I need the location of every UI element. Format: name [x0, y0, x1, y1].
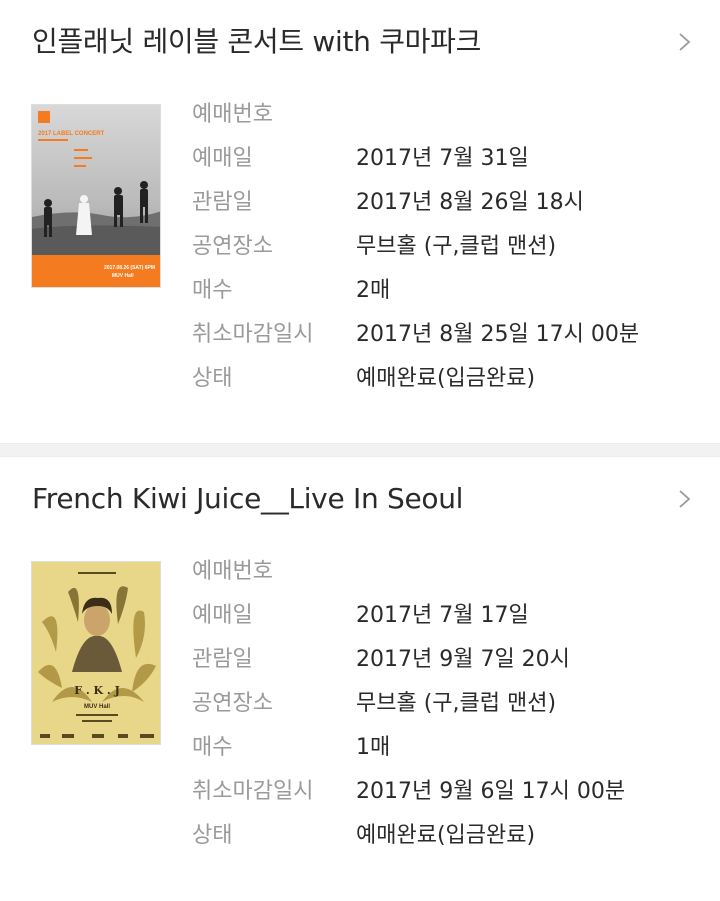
label-viewing-date: 관람일 — [192, 647, 253, 672]
row-status: 상태 예매완료(입금완료) — [0, 359, 720, 399]
value-venue: 무브홀 (구,클럽 맨션) — [356, 691, 557, 716]
row-ticket-count: 매수 1매 — [0, 728, 720, 768]
row-cancel-deadline: 취소마감일시 2017년 9월 6일 17시 00분 — [0, 772, 720, 812]
label-venue: 공연장소 — [192, 234, 273, 259]
booking-card-header[interactable]: French Kiwi Juice__Live In Seoul — [0, 457, 720, 539]
label-viewing-date: 관람일 — [192, 190, 253, 215]
value-booking-date: 2017년 7월 17일 — [356, 603, 529, 628]
row-viewing-date: 관람일 2017년 8월 26일 18시 — [0, 183, 720, 223]
label-booking-number: 예매번호 — [192, 559, 273, 584]
value-viewing-date: 2017년 9월 7일 20시 — [356, 647, 570, 672]
card-separator — [0, 443, 720, 457]
row-viewing-date: 관람일 2017년 9월 7일 20시 — [0, 640, 720, 680]
row-status: 상태 예매완료(입금완료) — [0, 816, 720, 856]
row-cancel-deadline: 취소마감일시 2017년 8월 25일 17시 00분 — [0, 315, 720, 355]
label-venue: 공연장소 — [192, 691, 273, 716]
row-venue: 공연장소 무브홀 (구,클럽 맨션) — [0, 684, 720, 724]
value-cancel-deadline: 2017년 8월 25일 17시 00분 — [356, 322, 640, 347]
value-ticket-count: 1매 — [356, 735, 391, 760]
chevron-right-icon[interactable] — [678, 489, 692, 509]
value-cancel-deadline: 2017년 9월 6일 17시 00분 — [356, 779, 626, 804]
event-title: 인플래닛 레이블 콘서트 with 쿠마파크 — [32, 25, 482, 58]
value-viewing-date: 2017년 8월 26일 18시 — [356, 190, 584, 215]
row-booking-number: 예매번호 — [0, 552, 720, 592]
row-booking-date: 예매일 2017년 7월 17일 — [0, 596, 720, 636]
label-ticket-count: 매수 — [192, 735, 233, 760]
value-booking-date: 2017년 7월 31일 — [356, 146, 529, 171]
value-venue: 무브홀 (구,클럽 맨션) — [356, 234, 557, 259]
label-ticket-count: 매수 — [192, 278, 233, 303]
label-cancel-deadline: 취소마감일시 — [192, 322, 314, 347]
label-booking-number: 예매번호 — [192, 102, 273, 127]
row-booking-number: 예매번호 — [0, 95, 720, 135]
label-cancel-deadline: 취소마감일시 — [192, 779, 314, 804]
label-status: 상태 — [192, 366, 233, 391]
booking-card-2: French Kiwi Juice__Live In Seoul F . K .… — [0, 457, 720, 901]
booking-card-header[interactable]: 인플래닛 레이블 콘서트 with 쿠마파크 — [0, 0, 720, 82]
label-booking-date: 예매일 — [192, 603, 253, 628]
value-status: 예매완료(입금완료) — [356, 366, 536, 391]
value-ticket-count: 2매 — [356, 278, 391, 303]
row-ticket-count: 매수 2매 — [0, 271, 720, 311]
chevron-right-icon[interactable] — [678, 32, 692, 52]
label-booking-date: 예매일 — [192, 146, 253, 171]
value-status: 예매완료(입금완료) — [356, 823, 536, 848]
row-venue: 공연장소 무브홀 (구,클럽 맨션) — [0, 227, 720, 267]
booking-card-1: 인플래닛 레이블 콘서트 with 쿠마파크 2017 LABEL CONCER… — [0, 0, 720, 443]
event-title: French Kiwi Juice__Live In Seoul — [32, 482, 464, 515]
row-booking-date: 예매일 2017년 7월 31일 — [0, 139, 720, 179]
label-status: 상태 — [192, 823, 233, 848]
